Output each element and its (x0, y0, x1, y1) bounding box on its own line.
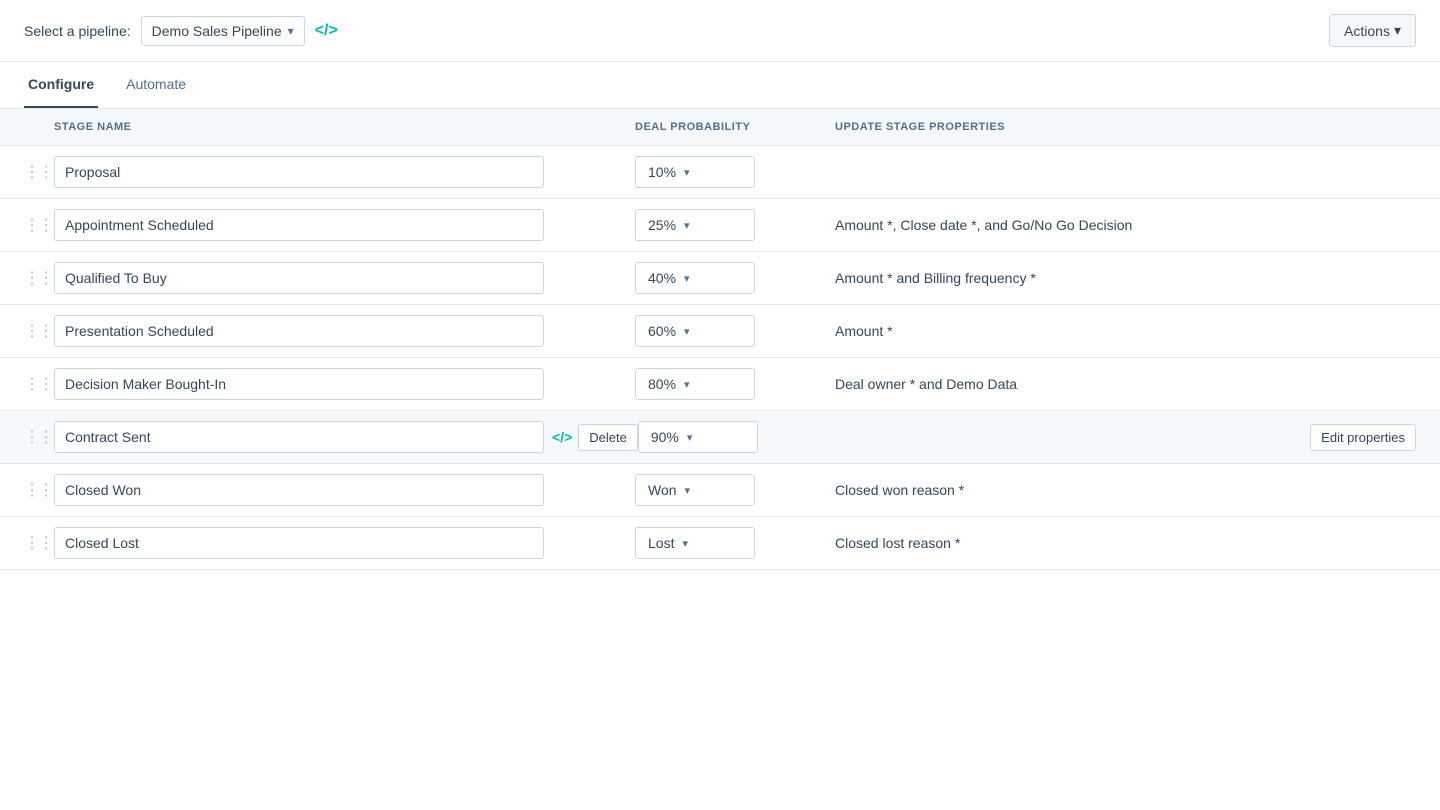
stage-actions: </> Delete (552, 424, 638, 451)
probability-cell: 25% ▾ (635, 209, 835, 241)
properties-text: Amount * (835, 323, 893, 339)
stage-name-input[interactable] (54, 421, 544, 453)
table-body: ⋮⋮ 10% ▾ ⋮⋮ 25% ▾ Amount *, Close date *, and … (0, 146, 1440, 570)
probability-chevron-icon: ▾ (684, 166, 690, 179)
properties-cell: Amount * (835, 323, 1416, 339)
table-row: ⋮⋮ 25% ▾ Amount *, Close date *, and Go/No … (0, 199, 1440, 252)
tab-automate[interactable]: Automate (122, 62, 190, 108)
drag-handle[interactable]: ⋮⋮ (24, 480, 54, 500)
stage-name-cell (54, 209, 635, 241)
probability-cell: Won ▾ (635, 474, 835, 506)
probability-select[interactable]: Won ▾ (635, 474, 755, 506)
probability-cell: 40% ▾ (635, 262, 835, 294)
probability-value: Won (648, 482, 677, 498)
drag-handle[interactable]: ⋮⋮ (24, 374, 54, 394)
tab-configure[interactable]: Configure (24, 62, 98, 108)
table-row: ⋮⋮ 80% ▾ Deal owner * and Demo Data (0, 358, 1440, 411)
properties-text: Closed won reason * (835, 482, 964, 498)
stage-name-input[interactable] (54, 474, 544, 506)
properties-text: Deal owner * and Demo Data (835, 376, 1017, 392)
pipeline-code-icon[interactable]: </> (315, 22, 338, 40)
actions-button[interactable]: Actions ▾ (1329, 14, 1416, 47)
table-row: ⋮⋮ Lost ▾ Closed lost reason * (0, 517, 1440, 570)
properties-cell: Deal owner * and Demo Data (835, 376, 1416, 392)
properties-cell: Amount * and Billing frequency * (835, 270, 1416, 286)
table-row: ⋮⋮ 60% ▾ Amount * (0, 305, 1440, 358)
probability-chevron-icon: ▾ (685, 484, 691, 497)
probability-value: 90% (651, 429, 679, 445)
properties-cell: Closed lost reason * (835, 535, 1416, 551)
probability-chevron-icon: ▾ (682, 537, 688, 550)
probability-value: Lost (648, 535, 674, 551)
probability-cell: Lost ▾ (635, 527, 835, 559)
pipeline-table: STAGE NAME DEAL PROBABILITY UPDATE STAGE… (0, 109, 1440, 570)
probability-chevron-icon: ▾ (684, 219, 690, 232)
col-header-deal-probability: DEAL PROBABILITY (635, 121, 835, 133)
properties-cell: Amount *, Close date *, and Go/No Go Dec… (835, 217, 1416, 233)
col-header-update-stage-properties: UPDATE STAGE PROPERTIES (835, 121, 1416, 133)
drag-handle[interactable]: ⋮⋮ (24, 427, 54, 447)
probability-chevron-icon: ▾ (684, 378, 690, 391)
pipeline-chevron-icon: ▾ (288, 24, 294, 38)
stage-name-cell (54, 368, 635, 400)
probability-select[interactable]: 40% ▾ (635, 262, 755, 294)
probability-select[interactable]: 90% ▾ (638, 421, 758, 453)
stage-name-cell (54, 156, 635, 188)
probability-value: 25% (648, 217, 676, 233)
top-bar: Select a pipeline: Demo Sales Pipeline ▾… (0, 0, 1440, 62)
drag-handle[interactable]: ⋮⋮ (24, 533, 54, 553)
stage-name-cell (54, 262, 635, 294)
properties-text: Amount * and Billing frequency * (835, 270, 1036, 286)
stage-name-cell (54, 315, 635, 347)
pipeline-name: Demo Sales Pipeline (152, 23, 282, 39)
drag-handle[interactable]: ⋮⋮ (24, 268, 54, 288)
table-row: ⋮⋮ 40% ▾ Amount * and Billing frequency * (0, 252, 1440, 305)
probability-value: 40% (648, 270, 676, 286)
probability-chevron-icon: ▾ (684, 272, 690, 285)
probability-cell: 90% ▾ (638, 421, 838, 453)
probability-select[interactable]: Lost ▾ (635, 527, 755, 559)
probability-chevron-icon: ▾ (687, 431, 693, 444)
table-row: ⋮⋮ 10% ▾ (0, 146, 1440, 199)
edit-properties-button[interactable]: Edit properties (1310, 424, 1416, 451)
probability-select[interactable]: 10% ▾ (635, 156, 755, 188)
stage-name-input[interactable] (54, 209, 544, 241)
drag-handle[interactable]: ⋮⋮ (24, 321, 54, 341)
probability-select[interactable]: 25% ▾ (635, 209, 755, 241)
drag-handle[interactable]: ⋮⋮ (24, 162, 54, 182)
table-header: STAGE NAME DEAL PROBABILITY UPDATE STAGE… (0, 109, 1440, 146)
probability-cell: 80% ▾ (635, 368, 835, 400)
probability-chevron-icon: ▾ (684, 325, 690, 338)
stage-name-input[interactable] (54, 368, 544, 400)
stage-code-icon[interactable]: </> (552, 429, 572, 445)
pipeline-select[interactable]: Demo Sales Pipeline ▾ (141, 16, 305, 46)
probability-value: 10% (648, 164, 676, 180)
pipeline-label: Select a pipeline: (24, 23, 131, 39)
table-row: ⋮⋮ Won ▾ Closed won reason * (0, 464, 1440, 517)
drag-handle[interactable]: ⋮⋮ (24, 215, 54, 235)
stage-name-cell (54, 474, 635, 506)
probability-cell: 10% ▾ (635, 156, 835, 188)
probability-select[interactable]: 80% ▾ (635, 368, 755, 400)
properties-text: Amount *, Close date *, and Go/No Go Dec… (835, 217, 1132, 233)
col-header-stage-name: STAGE NAME (54, 121, 635, 133)
stage-name-input[interactable] (54, 262, 544, 294)
stage-name-cell (54, 527, 635, 559)
probability-value: 80% (648, 376, 676, 392)
properties-text: Closed lost reason * (835, 535, 960, 551)
probability-select[interactable]: 60% ▾ (635, 315, 755, 347)
delete-button[interactable]: Delete (578, 424, 638, 451)
table-row: ⋮⋮ </> Delete 90% ▾ Edit properties (0, 411, 1440, 464)
tabs-bar: Configure Automate (0, 62, 1440, 109)
stage-name-input[interactable] (54, 527, 544, 559)
col-header-drag (24, 121, 54, 133)
stage-name-cell: </> Delete (54, 421, 638, 453)
probability-value: 60% (648, 323, 676, 339)
properties-cell: Edit properties (838, 424, 1416, 451)
probability-cell: 60% ▾ (635, 315, 835, 347)
stage-name-input[interactable] (54, 156, 544, 188)
properties-cell: Closed won reason * (835, 482, 1416, 498)
stage-name-input[interactable] (54, 315, 544, 347)
top-bar-left: Select a pipeline: Demo Sales Pipeline ▾… (24, 16, 338, 46)
